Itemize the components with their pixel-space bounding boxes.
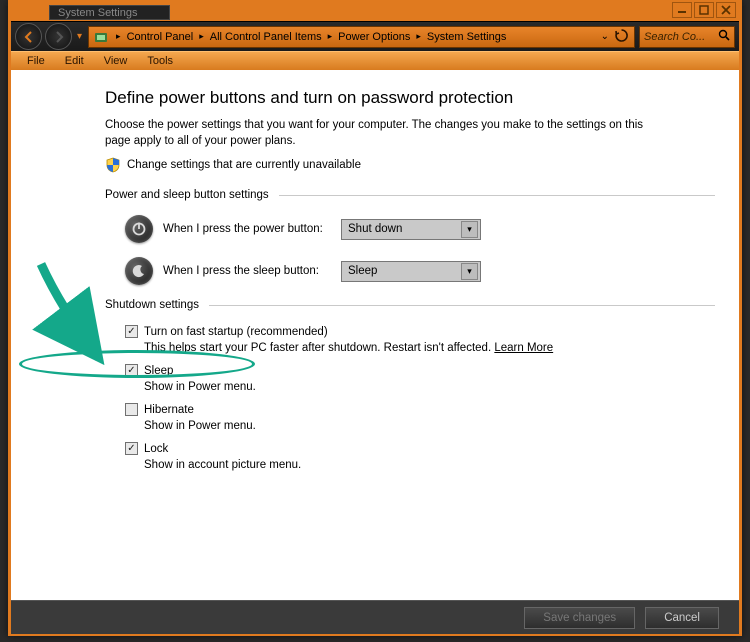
section-label: Power and sleep button settings	[105, 189, 269, 201]
breadcrumb-sep: ▸	[413, 31, 424, 42]
annotation-arrow-icon	[11, 242, 111, 382]
breadcrumb-item[interactable]: System Settings	[424, 31, 509, 43]
arrow-left-icon	[22, 30, 36, 44]
search-placeholder: Search Co...	[644, 31, 705, 43]
sleep-option: ✓ Sleep	[125, 364, 739, 377]
window-title: System Settings	[49, 5, 170, 20]
arrow-right-icon	[52, 30, 66, 44]
cancel-button[interactable]: Cancel	[645, 607, 719, 629]
divider	[279, 195, 715, 196]
fast-startup-checkbox[interactable]: ✓	[125, 325, 138, 338]
hibernate-checkbox[interactable]	[125, 403, 138, 416]
power-button-value: Shut down	[348, 223, 402, 235]
section-power-sleep: Power and sleep button settings	[105, 189, 739, 201]
breadcrumb-item[interactable]: Control Panel	[124, 31, 197, 43]
forward-button[interactable]	[45, 23, 72, 50]
breadcrumb-sep: ▸	[325, 31, 336, 42]
sleep-icon	[125, 257, 153, 285]
search-icon	[718, 29, 730, 44]
menu-tools[interactable]: Tools	[137, 55, 183, 67]
lock-checkbox[interactable]: ✓	[125, 442, 138, 455]
sleep-button-row: When I press the sleep button: Sleep ▾	[125, 257, 739, 285]
fast-startup-label: Turn on fast startup (recommended)	[144, 326, 328, 338]
maximize-button[interactable]	[694, 2, 714, 18]
lock-label: Lock	[144, 443, 168, 455]
close-icon	[721, 5, 731, 15]
sleep-button-select[interactable]: Sleep ▾	[341, 261, 481, 282]
chevron-down-icon[interactable]: ⌄	[601, 31, 609, 42]
control-panel-icon	[93, 29, 109, 45]
change-settings-text: Change settings that are currently unava…	[127, 159, 361, 171]
sleep-sub: Show in Power menu.	[144, 381, 739, 393]
shield-icon	[105, 157, 121, 173]
content-area: Define power buttons and turn on passwor…	[11, 70, 739, 600]
breadcrumb-item[interactable]: Power Options	[335, 31, 413, 43]
maximize-icon	[699, 5, 709, 15]
footer-bar: Save changes Cancel	[11, 600, 739, 634]
power-icon	[125, 215, 153, 243]
hibernate-label: Hibernate	[144, 404, 194, 416]
change-settings-link[interactable]: Change settings that are currently unava…	[105, 157, 739, 173]
sleep-button-label: When I press the sleep button:	[163, 265, 341, 277]
minimize-icon	[677, 5, 687, 15]
menu-edit[interactable]: Edit	[55, 55, 94, 67]
breadcrumb-sep: ▸	[113, 31, 124, 42]
section-label: Shutdown settings	[105, 299, 199, 311]
lock-option: ✓ Lock	[125, 442, 739, 455]
page-heading: Define power buttons and turn on passwor…	[105, 88, 739, 108]
navigation-bar: ▾ ▸ Control Panel ▸ All Control Panel It…	[11, 21, 739, 51]
fast-startup-option: ✓ Turn on fast startup (recommended)	[125, 325, 739, 338]
menu-bar: File Edit View Tools	[11, 51, 739, 70]
power-button-label: When I press the power button:	[163, 223, 341, 235]
sleep-label: Sleep	[144, 365, 173, 377]
minimize-button[interactable]	[672, 2, 692, 18]
page-description: Choose the power settings that you want …	[105, 118, 665, 149]
learn-more-link[interactable]: Learn More	[494, 342, 553, 354]
fast-startup-desc: This helps start your PC faster after sh…	[144, 342, 491, 354]
divider	[209, 305, 715, 306]
titlebar: System Settings	[11, 3, 739, 21]
back-button[interactable]	[15, 23, 42, 50]
power-button-select[interactable]: Shut down ▾	[341, 219, 481, 240]
window-frame: System Settings ▾ ▸ Control Pane	[8, 0, 742, 636]
hibernate-option: Hibernate	[125, 403, 739, 416]
chevron-down-icon: ▾	[461, 221, 478, 238]
shutdown-settings-list: ✓ Turn on fast startup (recommended) Thi…	[125, 325, 739, 471]
lock-sub: Show in account picture menu.	[144, 459, 739, 471]
hibernate-sub: Show in Power menu.	[144, 420, 739, 432]
sleep-button-value: Sleep	[348, 265, 377, 277]
breadcrumb-sep: ▸	[196, 31, 207, 42]
menu-file[interactable]: File	[17, 55, 55, 67]
chevron-down-icon: ▾	[461, 263, 478, 280]
search-input[interactable]: Search Co...	[639, 26, 735, 48]
close-button[interactable]	[716, 2, 736, 18]
menu-view[interactable]: View	[94, 55, 138, 67]
fast-startup-sub: This helps start your PC faster after sh…	[144, 342, 739, 354]
breadcrumb-item[interactable]: All Control Panel Items	[207, 31, 325, 43]
sleep-checkbox[interactable]: ✓	[125, 364, 138, 377]
save-changes-button[interactable]: Save changes	[524, 607, 635, 629]
history-dropdown-icon[interactable]: ▾	[77, 31, 82, 42]
section-shutdown: Shutdown settings	[105, 299, 739, 311]
address-bar[interactable]: ▸ Control Panel ▸ All Control Panel Item…	[88, 26, 635, 48]
refresh-icon[interactable]	[615, 29, 628, 45]
power-button-row: When I press the power button: Shut down…	[125, 215, 739, 243]
